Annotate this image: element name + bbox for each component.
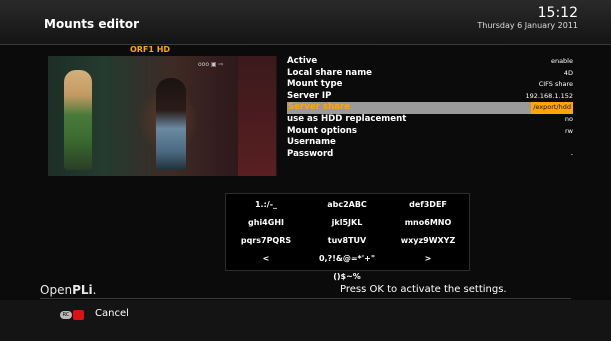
setting-label: Local share name	[287, 67, 373, 78]
red-button-icon	[73, 310, 84, 320]
setting-server-share[interactable]: Server share /export/hdd	[287, 102, 573, 114]
setting-value: 192.168.1.152	[525, 91, 573, 100]
key-4[interactable]: ghi4GHI	[226, 214, 306, 232]
title-bar: Mounts editor 15:12 Thursday 6 January 2…	[0, 0, 611, 45]
key-3[interactable]: def3DEF	[388, 196, 468, 214]
setting-value: rw	[565, 126, 573, 135]
setting-active[interactable]: Active enable	[287, 56, 573, 68]
setting-label: Password	[287, 148, 334, 159]
key-7[interactable]: pqrs7PQRS	[226, 232, 306, 250]
numeric-text-keyboard[interactable]: 1.:/-_ abc2ABC def3DEF ghi4GHI jkl5JKL m…	[225, 193, 470, 281]
setting-value: CIFS share	[538, 80, 573, 89]
video-osd-icons: ooo ▣ ⇨	[198, 61, 224, 68]
cancel-button[interactable]: Cancel	[95, 308, 129, 319]
video-preview: ooo ▣ ⇨	[48, 56, 277, 176]
setting-label: Server share	[287, 102, 573, 114]
clock-time: 15:12	[537, 5, 578, 21]
setting-local-share-name[interactable]: Local share name 4D	[287, 68, 573, 80]
setting-server-ip[interactable]: Server IP 192.168.1.152	[287, 91, 573, 103]
setting-label: Mount options	[287, 125, 358, 136]
mounts-editor-screen: Mounts editor 15:12 Thursday 6 January 2…	[0, 0, 611, 341]
setting-username[interactable]: Username	[287, 137, 573, 149]
keyboard-row: ghi4GHI jkl5JKL mno6MNO	[226, 214, 469, 232]
keyboard-row: 1.:/-_ abc2ABC def3DEF	[226, 196, 469, 214]
key-9[interactable]: wxyz9WXYZ	[388, 232, 468, 250]
openpli-logo: OpenPLi.	[40, 283, 96, 297]
setting-value: 4D	[563, 68, 573, 77]
help-hint: Press OK to activate the settings.	[340, 284, 507, 295]
setting-value: no	[564, 114, 573, 123]
setting-value-input[interactable]: /export/hdd	[531, 102, 573, 114]
logo-part-pli: PLi	[72, 283, 93, 297]
setting-label: Mount type	[287, 79, 343, 90]
settings-list[interactable]: Active enable Local share name 4D Mount …	[287, 56, 573, 160]
logo-part-open: Open	[40, 283, 73, 297]
button-bar: RC Cancel	[0, 300, 611, 341]
setting-password[interactable]: Password -	[287, 149, 573, 161]
red-key-icon: RC	[60, 310, 86, 320]
setting-label: Active	[287, 56, 318, 66]
setting-label: Server IP	[287, 90, 332, 101]
key-6[interactable]: mno6MNO	[388, 214, 468, 232]
setting-label: use as HDD replacement	[287, 113, 407, 124]
page-title: Mounts editor	[44, 17, 140, 31]
clock-date: Thursday 6 January 2011	[477, 21, 578, 30]
video-figure-right	[156, 78, 186, 170]
clock: 15:12 Thursday 6 January 2011	[477, 6, 578, 31]
keyboard-row: < 0,?!&@=*'+"()$~% >	[226, 250, 469, 281]
footer-divider	[40, 298, 571, 299]
key-2[interactable]: abc2ABC	[307, 196, 387, 214]
key-5[interactable]: jkl5JKL	[307, 214, 387, 232]
setting-mount-options[interactable]: Mount options rw	[287, 126, 573, 138]
remote-badge-icon: RC	[60, 311, 72, 319]
key-0[interactable]: 0,?!&@=*'+"()$~%	[307, 250, 387, 286]
key-right[interactable]: >	[388, 250, 468, 268]
setting-label: Username	[287, 137, 336, 148]
setting-value: enable	[550, 57, 573, 65]
setting-hdd-replacement[interactable]: use as HDD replacement no	[287, 114, 573, 126]
channel-name: ORF1 HD	[129, 45, 171, 54]
keyboard-row: pqrs7PQRS tuv8TUV wxyz9WXYZ	[226, 232, 469, 250]
key-1[interactable]: 1.:/-_	[226, 196, 306, 214]
logo-part-dot: .	[92, 283, 97, 297]
setting-mount-type[interactable]: Mount type CIFS share	[287, 79, 573, 91]
key-left[interactable]: <	[226, 250, 306, 268]
setting-value: -	[570, 149, 573, 158]
video-scenery	[238, 56, 276, 176]
video-figure-left	[64, 70, 92, 170]
key-8[interactable]: tuv8TUV	[307, 232, 387, 250]
